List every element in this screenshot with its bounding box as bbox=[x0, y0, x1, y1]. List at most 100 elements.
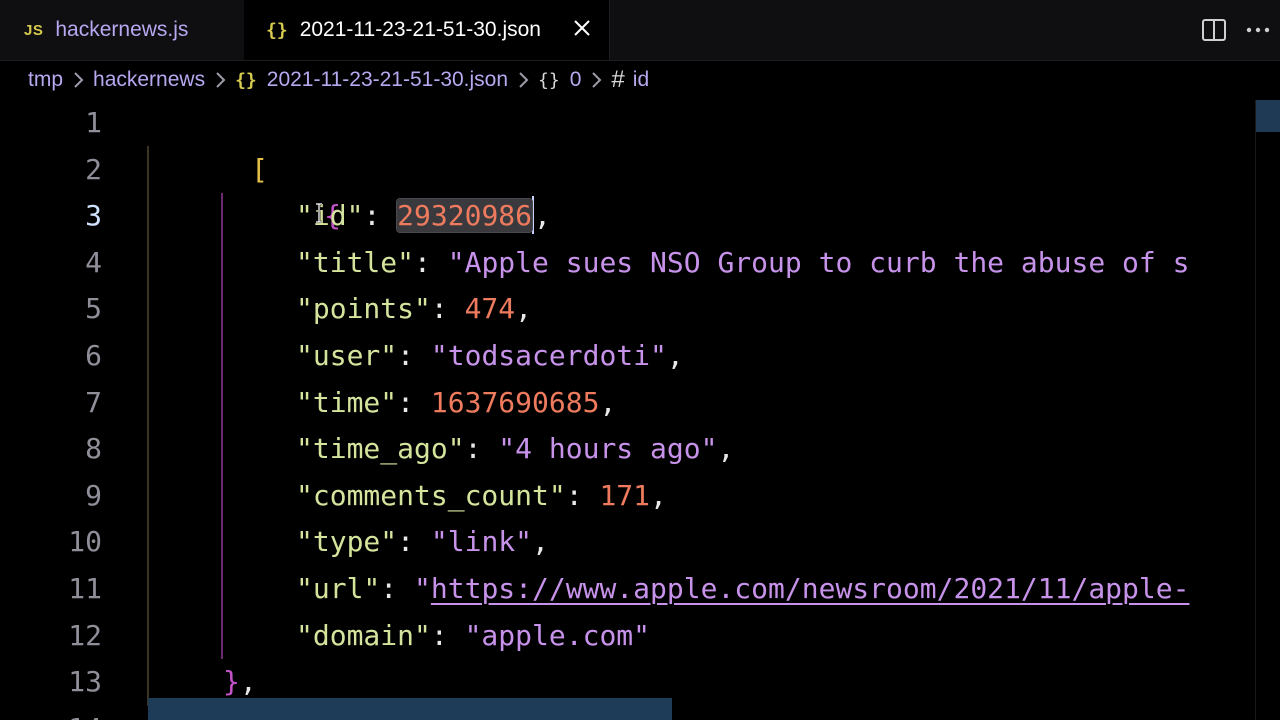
vertical-scrollbar-track[interactable] bbox=[1255, 100, 1256, 720]
colon: : bbox=[430, 292, 465, 326]
chevron-right-icon bbox=[209, 69, 231, 91]
tab-label: hackernews.js bbox=[55, 18, 189, 41]
line-number: 12 bbox=[68, 618, 102, 652]
editor-tab-bar: JS hackernews.js {} 2021-11-23-21-51-30.… bbox=[0, 0, 1280, 61]
code-line-11: "url": "https://www.apple.com/newsroom/2… bbox=[296, 566, 1189, 613]
field-hash-icon: # bbox=[611, 66, 625, 93]
line-number: 8 bbox=[85, 432, 102, 466]
url-link[interactable]: https://www.apple.com/newsroom/2021/11/a… bbox=[431, 572, 1190, 605]
comma: , bbox=[532, 525, 549, 559]
colon: : bbox=[363, 199, 398, 233]
string-value: "todsacerdoti" bbox=[430, 339, 667, 372]
json-key: "title" bbox=[296, 245, 415, 279]
object-close-brace: } bbox=[223, 665, 240, 699]
breadcrumb-item-hackernews[interactable]: hackernews bbox=[93, 68, 205, 92]
line-number: 14 bbox=[22, 706, 102, 720]
chevron-right-icon bbox=[67, 69, 89, 91]
code-line-2: { bbox=[223, 147, 341, 232]
json-key: "time" bbox=[296, 385, 398, 419]
editor-actions bbox=[1192, 0, 1280, 60]
line-number: 5 bbox=[85, 292, 102, 326]
colon: : bbox=[397, 339, 431, 372]
colon: : bbox=[414, 245, 448, 279]
code-line-4: "title": "Apple sues NSO Group to curb t… bbox=[296, 240, 1189, 287]
selected-number-value[interactable]: 29320986 bbox=[396, 198, 534, 234]
code-line-3: "id": 29320986, bbox=[296, 193, 551, 240]
line-number: 7 bbox=[85, 385, 102, 419]
colon: : bbox=[380, 572, 415, 605]
code-line-10: "type": "link", bbox=[296, 519, 549, 566]
code-line-5: "points": 474, bbox=[296, 286, 532, 333]
code-line-8: "time_ago": "4 hours ago", bbox=[296, 426, 734, 473]
comma: , bbox=[239, 665, 257, 699]
line-number: 10 bbox=[68, 525, 102, 559]
breadcrumb-item-tmp[interactable]: tmp bbox=[28, 68, 63, 92]
string-value: "4 hours ago" bbox=[498, 432, 718, 466]
code-line-6: "user": "todsacerdoti", bbox=[296, 333, 684, 380]
breadcrumb-item-object[interactable]: {} 0 bbox=[538, 68, 581, 92]
json-key: "url" bbox=[296, 572, 381, 605]
tab-label: 2021-11-23-21-51-30.json bbox=[299, 18, 541, 41]
breadcrumb-item-file[interactable]: {} 2021-11-23-21-51-30.json bbox=[235, 68, 508, 92]
comma: , bbox=[717, 432, 735, 466]
code-line-12: "domain": "apple.com" bbox=[296, 613, 650, 660]
line-number-gutter: 1 2 3 4 5 6 7 8 9 10 11 12 13 14 bbox=[0, 100, 110, 720]
split-editor-icon[interactable] bbox=[1192, 0, 1236, 60]
json-key: "id" bbox=[296, 199, 364, 233]
json-key: "time_ago" bbox=[296, 432, 465, 466]
more-actions-icon[interactable] bbox=[1236, 0, 1280, 60]
code-editor[interactable]: 1 2 3 4 5 6 7 8 9 10 11 12 13 14 [ { "id… bbox=[0, 100, 1280, 720]
code-line-1: [ bbox=[150, 100, 268, 186]
line-number: 4 bbox=[85, 245, 102, 279]
breadcrumb-field-label: id bbox=[632, 68, 650, 91]
number-value: 474 bbox=[464, 292, 516, 326]
tab-json-file[interactable]: {} 2021-11-23-21-51-30.json bbox=[244, 0, 610, 60]
json-file-icon: {} bbox=[266, 19, 288, 41]
colon: : bbox=[430, 618, 465, 652]
json-key: "comments_count" bbox=[296, 478, 566, 512]
breadcrumb-file-label: 2021-11-23-21-51-30.json bbox=[266, 68, 509, 91]
line-number: 1 bbox=[85, 106, 102, 139]
line-number: 9 bbox=[85, 478, 102, 512]
id-value-part: 20986 bbox=[447, 199, 533, 233]
line-number: 13 bbox=[68, 665, 102, 699]
ibeam-cursor-icon bbox=[316, 203, 322, 223]
comma: , bbox=[534, 199, 551, 233]
breadcrumb: tmp hackernews {} 2021-11-23-21-51-30.js… bbox=[0, 60, 1280, 100]
code-area[interactable]: [ { "id": 29320986, "title": "Apple sues… bbox=[147, 100, 1280, 720]
colon: : bbox=[565, 478, 600, 512]
line-number: 6 bbox=[85, 339, 102, 372]
colon: : bbox=[397, 525, 431, 559]
javascript-file-icon: JS bbox=[24, 21, 44, 39]
json-key: "domain" bbox=[296, 618, 431, 652]
breadcrumb-item-field[interactable]: # id bbox=[611, 66, 649, 94]
horizontal-scrollbar-thumb[interactable] bbox=[148, 698, 672, 720]
colon: : bbox=[464, 432, 499, 466]
string-value: "apple.com" bbox=[464, 618, 651, 652]
indent-guide bbox=[147, 146, 149, 706]
code-line-9: "comments_count": 171, bbox=[296, 473, 667, 520]
line-number: 11 bbox=[68, 572, 102, 605]
tab-hackernews-js[interactable]: JS hackernews.js bbox=[0, 0, 244, 60]
colon: : bbox=[397, 385, 431, 419]
vertical-scrollbar-thumb[interactable] bbox=[1256, 100, 1280, 132]
close-tab-icon[interactable] bbox=[571, 18, 593, 40]
comma: , bbox=[666, 339, 684, 372]
comma: , bbox=[599, 385, 617, 419]
breadcrumb-object-label: 0 bbox=[569, 68, 582, 91]
id-value-part: 293 bbox=[397, 199, 448, 233]
code-line-7: "time": 1637690685, bbox=[296, 380, 616, 427]
string-value: "link" bbox=[430, 525, 533, 559]
object-icon: {} bbox=[538, 69, 560, 91]
json-key: "type" bbox=[296, 525, 398, 559]
number-value: 1637690685 bbox=[430, 385, 600, 419]
comma: , bbox=[515, 292, 533, 326]
comma: , bbox=[650, 478, 667, 512]
url-quote: " bbox=[414, 572, 431, 605]
number-value: 171 bbox=[599, 478, 651, 512]
line-number-active: 3 bbox=[85, 199, 102, 233]
line-number: 2 bbox=[85, 152, 102, 186]
json-key: "user" bbox=[296, 339, 398, 372]
json-key: "points" bbox=[296, 292, 431, 326]
chevron-right-icon bbox=[585, 69, 607, 91]
